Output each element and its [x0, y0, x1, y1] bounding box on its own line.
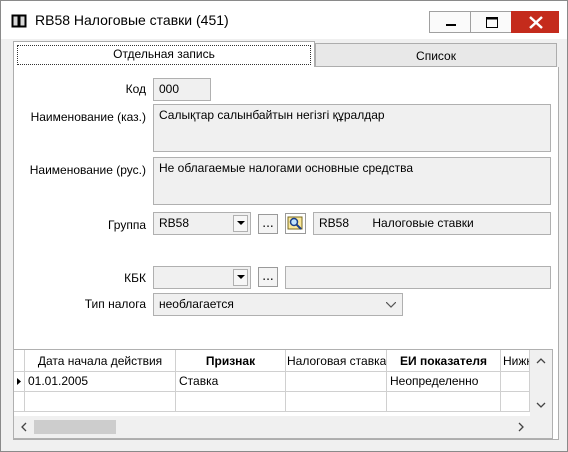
current-row-icon	[17, 378, 21, 385]
grid-cell[interactable]	[501, 372, 530, 392]
horizontal-scrollbar[interactable]	[14, 416, 552, 438]
tab-strip: Отдельная запись Список	[9, 39, 557, 67]
tab-list-label: Список	[416, 49, 456, 63]
code-field[interactable]: 000	[153, 78, 211, 101]
column-header[interactable]: Дата начала действия	[25, 350, 176, 372]
scroll-thumb[interactable]	[34, 420, 116, 434]
chevron-down-icon	[237, 221, 245, 225]
column-header[interactable]: Признак	[176, 350, 286, 372]
column-header[interactable]: ЕИ показателя	[387, 350, 501, 372]
grid-cell[interactable]	[501, 392, 530, 412]
focus-rect	[17, 45, 311, 65]
title-bar[interactable]: RB58 Налоговые ставки (451)	[1, 1, 567, 39]
row-indicator[interactable]	[14, 392, 25, 412]
tax-type-dropdown-button[interactable]	[382, 296, 400, 313]
group-browse-button[interactable]: ...	[258, 214, 278, 234]
chevron-down-icon[interactable]	[530, 396, 552, 414]
window-title: RB58 Налоговые ставки (451)	[35, 12, 229, 28]
group-label: Группа	[107, 218, 146, 232]
magnifier-icon	[287, 216, 303, 230]
chevron-right-icon[interactable]	[512, 416, 530, 438]
tax-type-select[interactable]: необлагается	[153, 293, 403, 316]
kbk-description-field	[285, 266, 551, 289]
grid-cell[interactable]: Ставка	[176, 372, 286, 392]
group-name-text: Налоговые ставки	[372, 216, 474, 230]
grid-cell[interactable]: Неопределенно	[387, 372, 501, 392]
minimize-button[interactable]	[429, 11, 471, 33]
tab-single-record[interactable]: Отдельная запись	[13, 41, 315, 67]
name-rus-label: Наименование (рус.)	[29, 163, 146, 177]
close-button[interactable]	[511, 11, 559, 33]
name-kaz-field[interactable]: Салықтар салынбайтын негізгі құралдар	[153, 104, 551, 152]
chevron-down-icon	[386, 302, 396, 308]
maximize-button[interactable]	[470, 11, 512, 33]
column-header[interactable]: Нижн	[501, 350, 530, 372]
tax-type-label: Тип налога	[84, 297, 146, 311]
chevron-up-icon[interactable]	[530, 352, 552, 370]
app-window: RB58 Налоговые ставки (451) Отдельная за…	[0, 0, 568, 452]
minimize-icon	[446, 24, 456, 26]
grid-cell[interactable]	[286, 372, 387, 392]
group-lookup-button[interactable]	[285, 213, 306, 234]
tax-type-value: необлагается	[159, 297, 234, 311]
kbk-combo[interactable]	[153, 266, 251, 289]
row-header-corner	[14, 350, 25, 372]
chevron-left-icon[interactable]	[15, 416, 33, 438]
name-rus-field[interactable]: Не облагаемые налогами основные средства	[153, 157, 551, 205]
grid-cell[interactable]	[25, 392, 176, 412]
group-code-text: RB58	[319, 216, 350, 230]
group-combo[interactable]: RB58	[153, 212, 251, 235]
name-kaz-label: Наименование (каз.)	[30, 110, 146, 124]
book-icon	[11, 14, 27, 28]
row-indicator[interactable]	[14, 372, 25, 392]
column-header[interactable]: Налоговая ставка	[286, 350, 387, 372]
vertical-scrollbar[interactable]	[530, 350, 552, 416]
tab-list[interactable]: Список	[315, 43, 557, 67]
grid-cell[interactable]	[286, 392, 387, 412]
group-dropdown-button[interactable]	[233, 215, 248, 232]
chevron-down-icon	[237, 275, 245, 279]
kbk-label: КБК	[124, 271, 146, 285]
grid-cell[interactable]	[387, 392, 501, 412]
grid-cell[interactable]: 01.01.2005	[25, 372, 176, 392]
grid-cell[interactable]	[176, 392, 286, 412]
code-label: Код	[125, 82, 146, 96]
kbk-browse-button[interactable]: ...	[258, 267, 278, 287]
group-combo-value: RB58	[159, 216, 190, 230]
rates-grid[interactable]: Дата начала действия Признак Налоговая с…	[13, 349, 553, 439]
maximize-icon	[486, 17, 498, 28]
group-description-field: RB58 Налоговые ставки	[313, 212, 551, 235]
close-icon	[529, 16, 543, 29]
kbk-dropdown-button[interactable]	[233, 269, 248, 286]
